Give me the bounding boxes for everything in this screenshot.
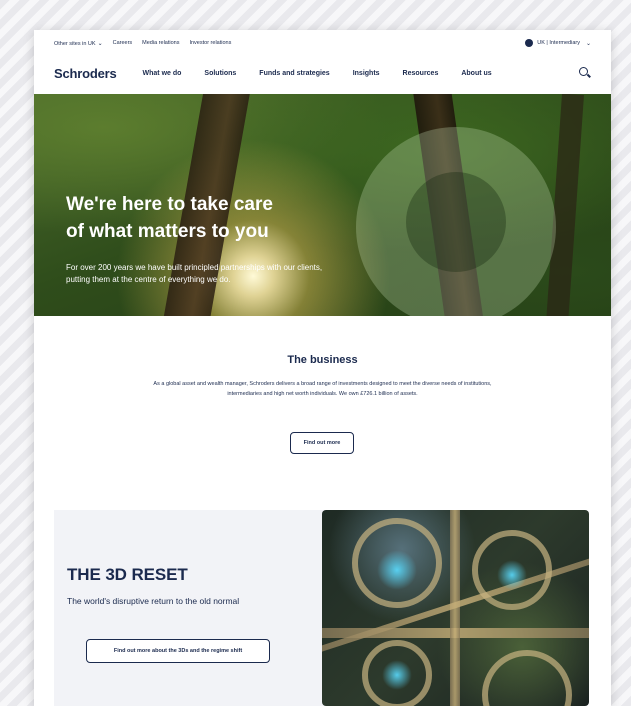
main-navigation: Schroders What we do Solutions Funds and… <box>34 56 611 90</box>
other-sites-label: Other sites in UK <box>54 40 96 47</box>
reset-title: THE 3D RESET <box>67 565 188 584</box>
reset-find-out-more-button[interactable]: Find out more about the 3Ds and the regi… <box>86 639 270 663</box>
chevron-down-icon: ⌄ <box>585 40 591 47</box>
careers-link[interactable]: Careers <box>113 40 133 46</box>
utility-links: Other sites in UK ⌄ Careers Media relatio… <box>54 40 231 47</box>
nav-item-insights[interactable]: Insights <box>353 70 380 77</box>
webpage: Other sites in UK ⌄ Careers Media relatio… <box>34 30 611 706</box>
utility-bar: Other sites in UK ⌄ Careers Media relatio… <box>34 30 611 56</box>
hero-banner: We're here to take care of what matters … <box>34 94 611 316</box>
search-icon[interactable] <box>579 67 591 79</box>
nav-item-about-us[interactable]: About us <box>461 70 491 77</box>
nav-item-solutions[interactable]: Solutions <box>204 70 236 77</box>
nav-item-funds-and-strategies[interactable]: Funds and strategies <box>259 70 329 77</box>
hero-title-line: We're here to take care <box>66 194 273 215</box>
media-relations-link[interactable]: Media relations <box>142 40 179 46</box>
find-out-more-button[interactable]: Find out more <box>290 432 354 454</box>
business-description: As a global asset and wealth manager, Sc… <box>153 381 492 397</box>
region-label: UK | Intermediary <box>537 40 580 46</box>
nav-menu: What we do Solutions Funds and strategie… <box>143 70 492 77</box>
nav-item-what-we-do[interactable]: What we do <box>143 70 182 77</box>
other-sites-dropdown[interactable]: Other sites in UK ⌄ <box>54 40 103 47</box>
investor-relations-link[interactable]: Investor relations <box>189 40 231 46</box>
hero-title: We're here to take care of what matters … <box>66 192 366 245</box>
chevron-down-icon: ⌄ <box>97 40 103 47</box>
hero-decorative-circle-inner <box>406 172 506 272</box>
hero-subtitle: For over 200 years we have built princip… <box>66 263 323 285</box>
schroders-logo[interactable]: Schroders <box>54 66 117 81</box>
highway-interchange-image <box>322 510 589 706</box>
business-section: The business As a global asset and wealt… <box>34 316 611 506</box>
hero-title-line: of what matters to you <box>66 220 269 242</box>
nav-item-resources[interactable]: Resources <box>403 70 439 77</box>
reset-subtitle: The world's disruptive return to the old… <box>67 596 240 606</box>
globe-icon <box>525 39 534 47</box>
business-title: The business <box>287 354 358 366</box>
region-selector[interactable]: UK | Intermediary ⌄ <box>525 39 591 47</box>
